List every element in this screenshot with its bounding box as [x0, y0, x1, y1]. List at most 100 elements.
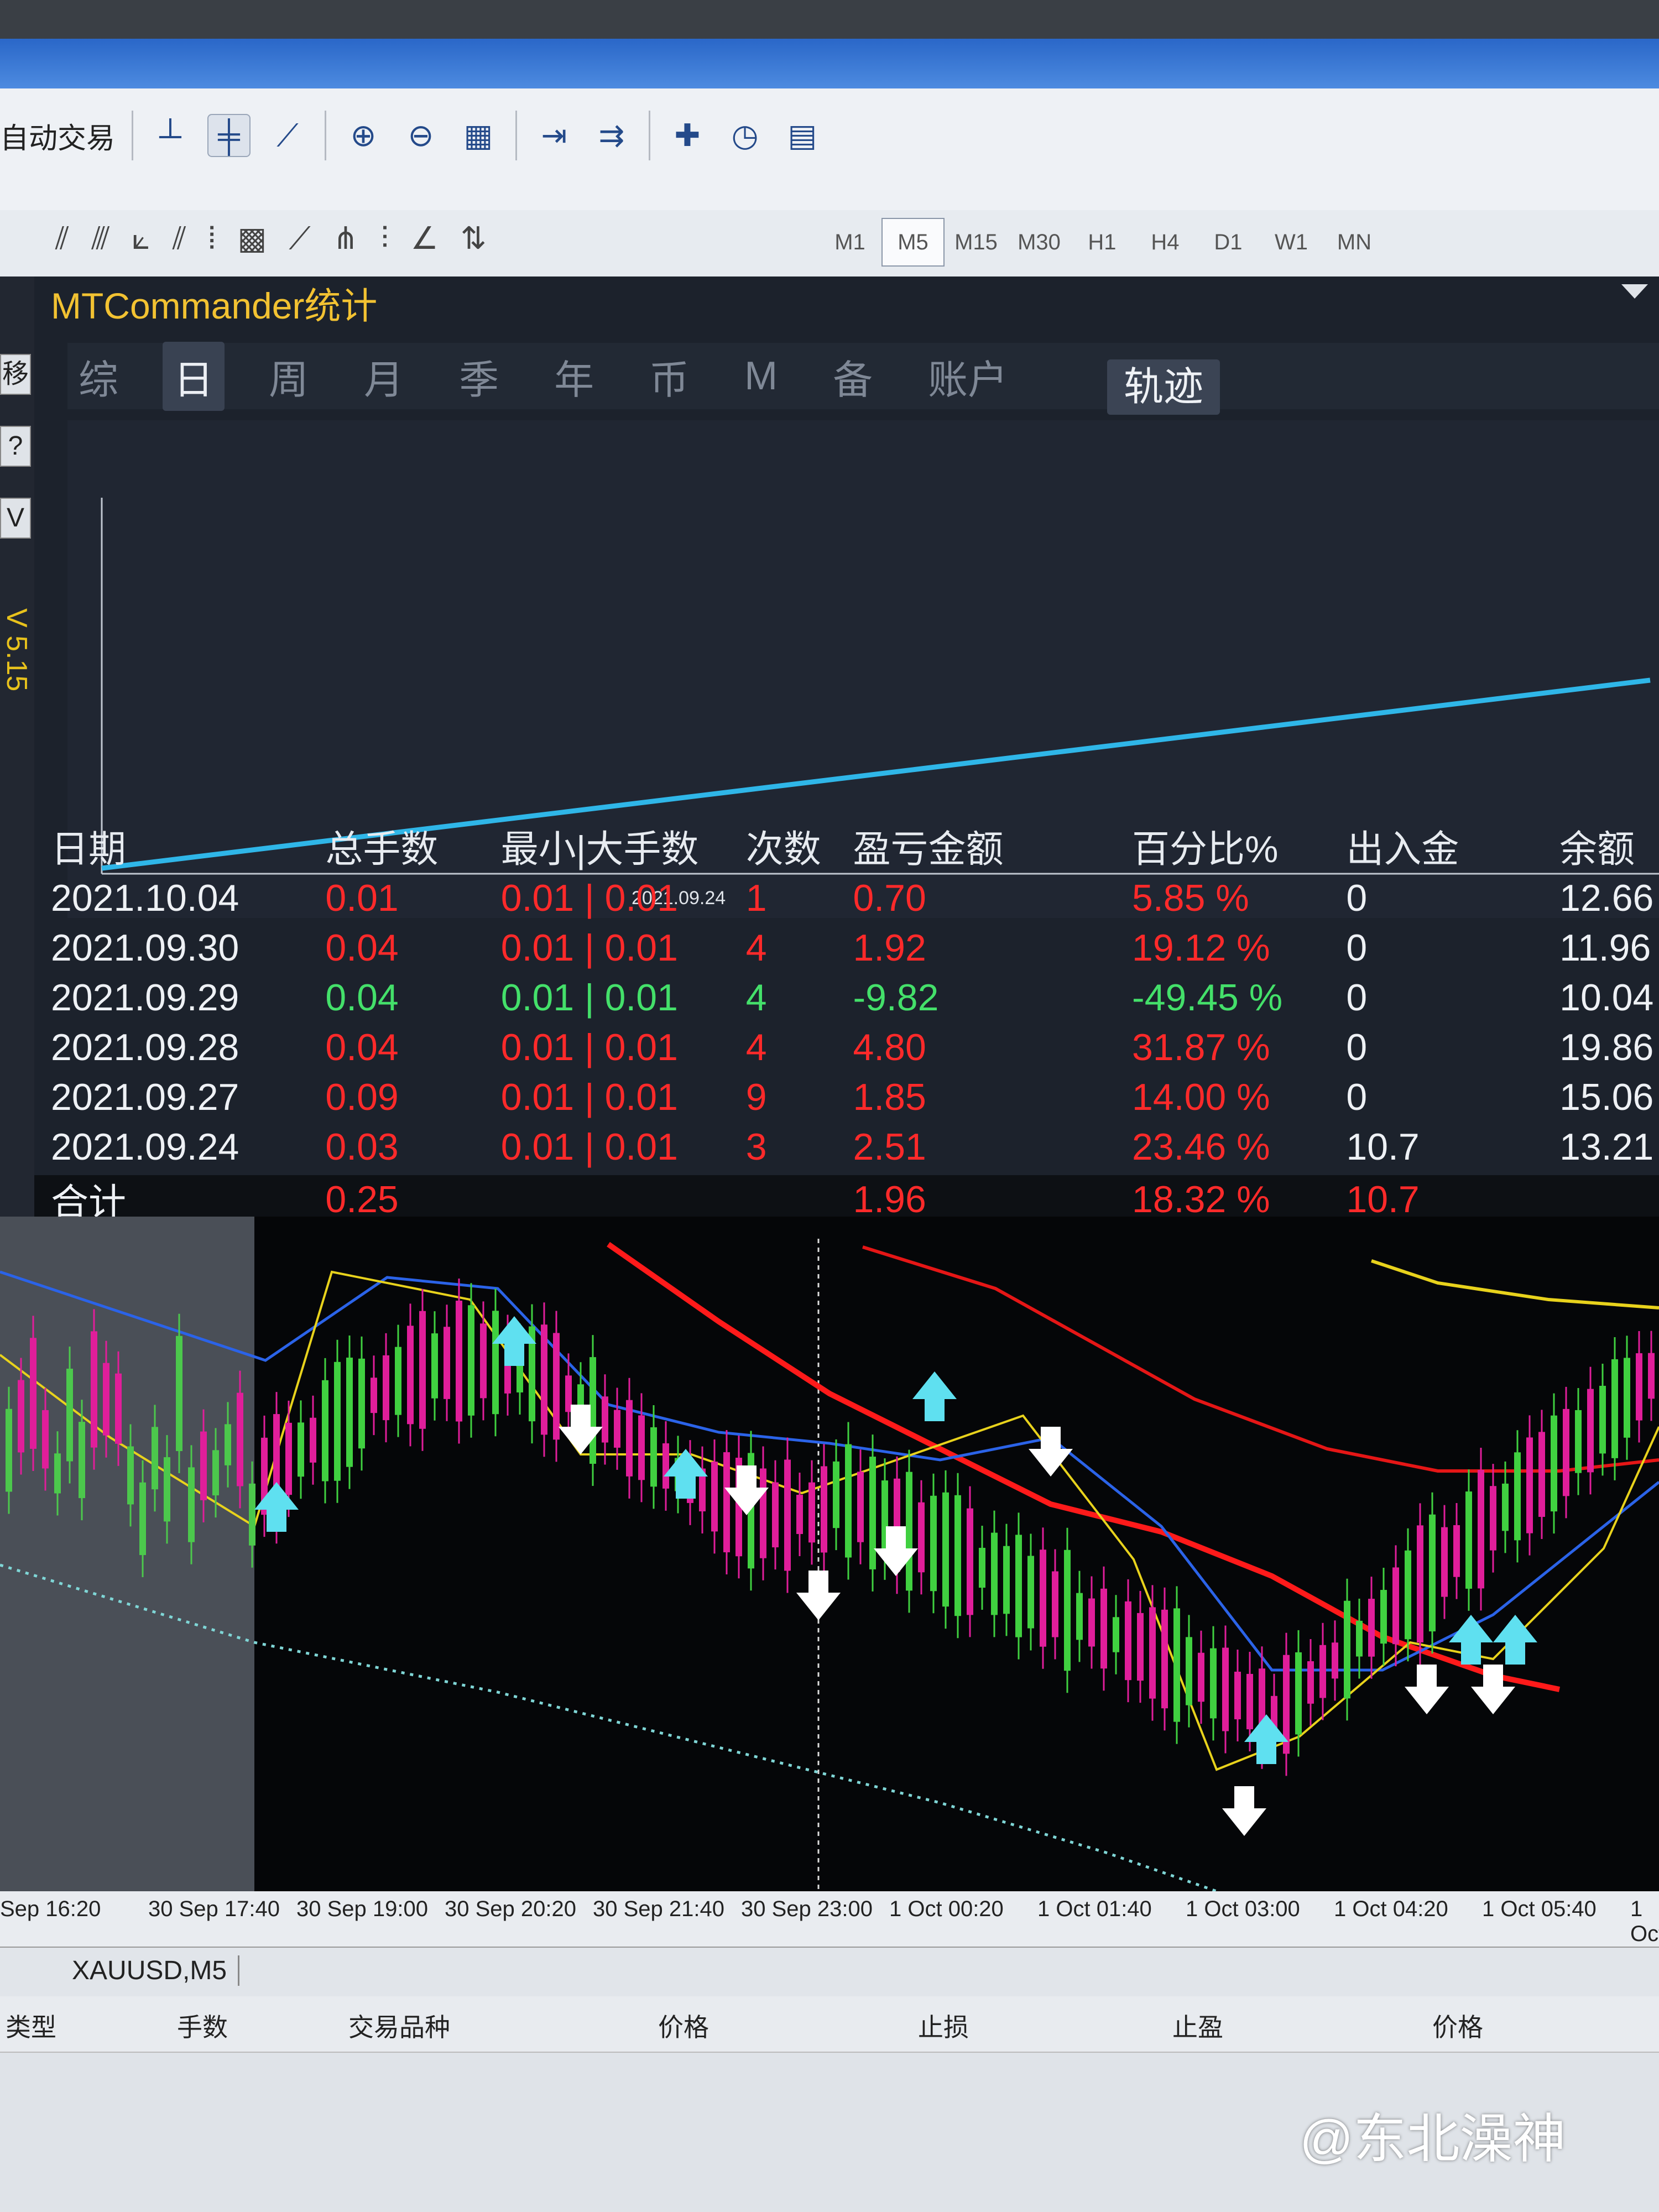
cell-balance: 11.96 — [1559, 927, 1651, 969]
gann-fan-icon[interactable]: ⟋ — [289, 220, 310, 257]
timeframe-m1[interactable]: M1 — [818, 218, 881, 267]
templates-icon[interactable]: ▤ — [782, 115, 823, 156]
tab-8[interactable]: 备 — [822, 342, 884, 411]
bar-chart-icon[interactable]: ┴ — [150, 115, 191, 156]
zoom-out-icon[interactable]: ⊖ — [400, 115, 441, 156]
side-button-v[interactable]: V — [0, 498, 31, 539]
fibo-arcs-icon[interactable]: ⫽ — [173, 220, 186, 257]
candle-body — [188, 1467, 195, 1542]
periods-clock-icon[interactable]: ◷ — [724, 115, 765, 156]
col-lots[interactable]: 手数 — [177, 2007, 228, 2044]
tab-7[interactable]: M — [733, 348, 789, 404]
cycle-lines-icon[interactable]: ⫶ — [381, 220, 389, 257]
tile-windows-icon[interactable]: ▦ — [458, 115, 499, 156]
col-price-current[interactable]: 价格 — [1432, 2007, 1483, 2044]
cell-balance: 19.86 — [1559, 1026, 1654, 1068]
andrews-pitchfork-icon[interactable]: ⋔ — [333, 220, 359, 257]
tab-6[interactable]: 币 — [638, 342, 700, 411]
candle-body — [1210, 1648, 1217, 1719]
header-total-lots: 总手数 — [325, 828, 439, 870]
sell-arrow-icon — [1222, 1786, 1266, 1836]
tab-4[interactable]: 季 — [448, 342, 510, 411]
candle-body — [650, 1427, 657, 1487]
header-percent: 百分比% — [1132, 828, 1279, 870]
tab-5[interactable]: 年 — [543, 342, 605, 411]
timeframe-d1[interactable]: D1 — [1197, 218, 1260, 267]
col-take-profit[interactable]: 止盈 — [1172, 2007, 1223, 2044]
tab-2[interactable]: 周 — [258, 342, 320, 411]
candle-body — [1575, 1410, 1582, 1473]
cell-pnl: 1.92 — [853, 927, 926, 969]
timeframe-m15[interactable]: M15 — [945, 218, 1008, 267]
candle-body — [139, 1482, 146, 1556]
fibo-channel-icon[interactable]: ⫻ — [91, 220, 109, 257]
candle-body — [784, 1459, 791, 1571]
cell-date: 2021.10.04 — [51, 877, 239, 919]
candle-body — [322, 1380, 328, 1481]
fibo-fan-icon[interactable]: ⟀ — [132, 220, 150, 257]
timeframe-m5[interactable]: M5 — [881, 218, 945, 267]
channel-tool-icon[interactable]: ⫽ — [55, 220, 69, 257]
col-symbol[interactable]: 交易品种 — [348, 2007, 450, 2044]
collapse-arrow-icon[interactable] — [1621, 284, 1648, 299]
timeframe-mn[interactable]: MN — [1323, 218, 1386, 267]
indicators-icon[interactable]: ✚ — [667, 115, 708, 156]
timeframe-w1[interactable]: W1 — [1260, 218, 1323, 267]
candle-body — [541, 1324, 547, 1435]
candle-body — [1198, 1652, 1204, 1702]
side-button-help[interactable]: ? — [0, 426, 31, 467]
candle-body — [358, 1358, 365, 1449]
timeframe-m30[interactable]: M30 — [1008, 218, 1071, 267]
chart-shift-icon[interactable]: ⇥ — [534, 115, 575, 156]
candle-body — [1441, 1527, 1448, 1597]
fibo-timezones-icon[interactable]: ⦙ — [208, 220, 216, 257]
tab-1[interactable]: 日 — [163, 341, 225, 411]
cell-percent: 14.00 % — [1132, 1076, 1270, 1118]
time-label: 1 Oct 03:00 — [1186, 1897, 1300, 1921]
track-button[interactable]: 轨迹 — [1107, 359, 1220, 415]
side-button-move[interactable]: 移 — [0, 354, 31, 395]
candle-body — [845, 1444, 852, 1558]
tab-3[interactable]: 月 — [353, 342, 415, 411]
candle-body — [1332, 1642, 1338, 1679]
cell-percent: -49.45 % — [1132, 977, 1283, 1019]
arrows-icon[interactable]: ⇅ — [461, 220, 487, 257]
price-chart[interactable] — [0, 1217, 1659, 1893]
cell-lots: 0.01 — [325, 877, 399, 919]
candle-body — [772, 1482, 779, 1548]
symbol-tab[interactable]: XAUUSD,M5 — [61, 1955, 240, 1986]
timeframe-h1[interactable]: H1 — [1071, 218, 1134, 267]
candlestick-chart-icon[interactable]: ╪ — [207, 114, 251, 157]
zoom-in-icon[interactable]: ⊕ — [343, 115, 384, 156]
candle-body — [1490, 1486, 1496, 1551]
candle-body — [1319, 1645, 1326, 1698]
candle-body — [1125, 1601, 1131, 1681]
price-chart-svg[interactable] — [0, 1217, 1659, 1893]
tab-9[interactable]: 账户 — [917, 342, 1019, 411]
shapes-icon[interactable]: ∠ — [411, 220, 439, 257]
auto-trading-button[interactable]: 自动交易 — [0, 115, 115, 156]
cell-date: 2021.09.29 — [51, 977, 239, 1019]
cell-min-max-lots: 0.01 | 0.01 — [500, 1026, 678, 1068]
autoscroll-icon[interactable]: ⇉ — [591, 115, 632, 156]
candle-body — [626, 1400, 633, 1477]
candle-body — [1636, 1353, 1642, 1421]
time-label: 30 Sep 23:00 — [741, 1897, 873, 1921]
gann-grid-icon[interactable]: ▩ — [237, 220, 267, 257]
cell-lots: 0.03 — [325, 1126, 399, 1168]
col-price[interactable]: 价格 — [658, 2007, 709, 2044]
toolbar-separator — [132, 111, 134, 160]
tab-0[interactable]: 综 — [67, 342, 129, 411]
col-type[interactable]: 类型 — [6, 2007, 56, 2044]
cell-balance: 12.66 — [1559, 877, 1654, 919]
line-chart-icon[interactable]: ⟋ — [267, 115, 308, 156]
candle-body — [383, 1355, 389, 1421]
cell-percent: 23.46 % — [1132, 1126, 1270, 1168]
candle-body — [1137, 1613, 1144, 1681]
candle-body — [115, 1373, 122, 1444]
candle-body — [1234, 1671, 1241, 1720]
col-stop-loss[interactable]: 止损 — [918, 2007, 969, 2044]
candle-body — [54, 1453, 61, 1494]
sell-arrow-icon — [796, 1571, 841, 1620]
timeframe-h4[interactable]: H4 — [1134, 218, 1197, 267]
